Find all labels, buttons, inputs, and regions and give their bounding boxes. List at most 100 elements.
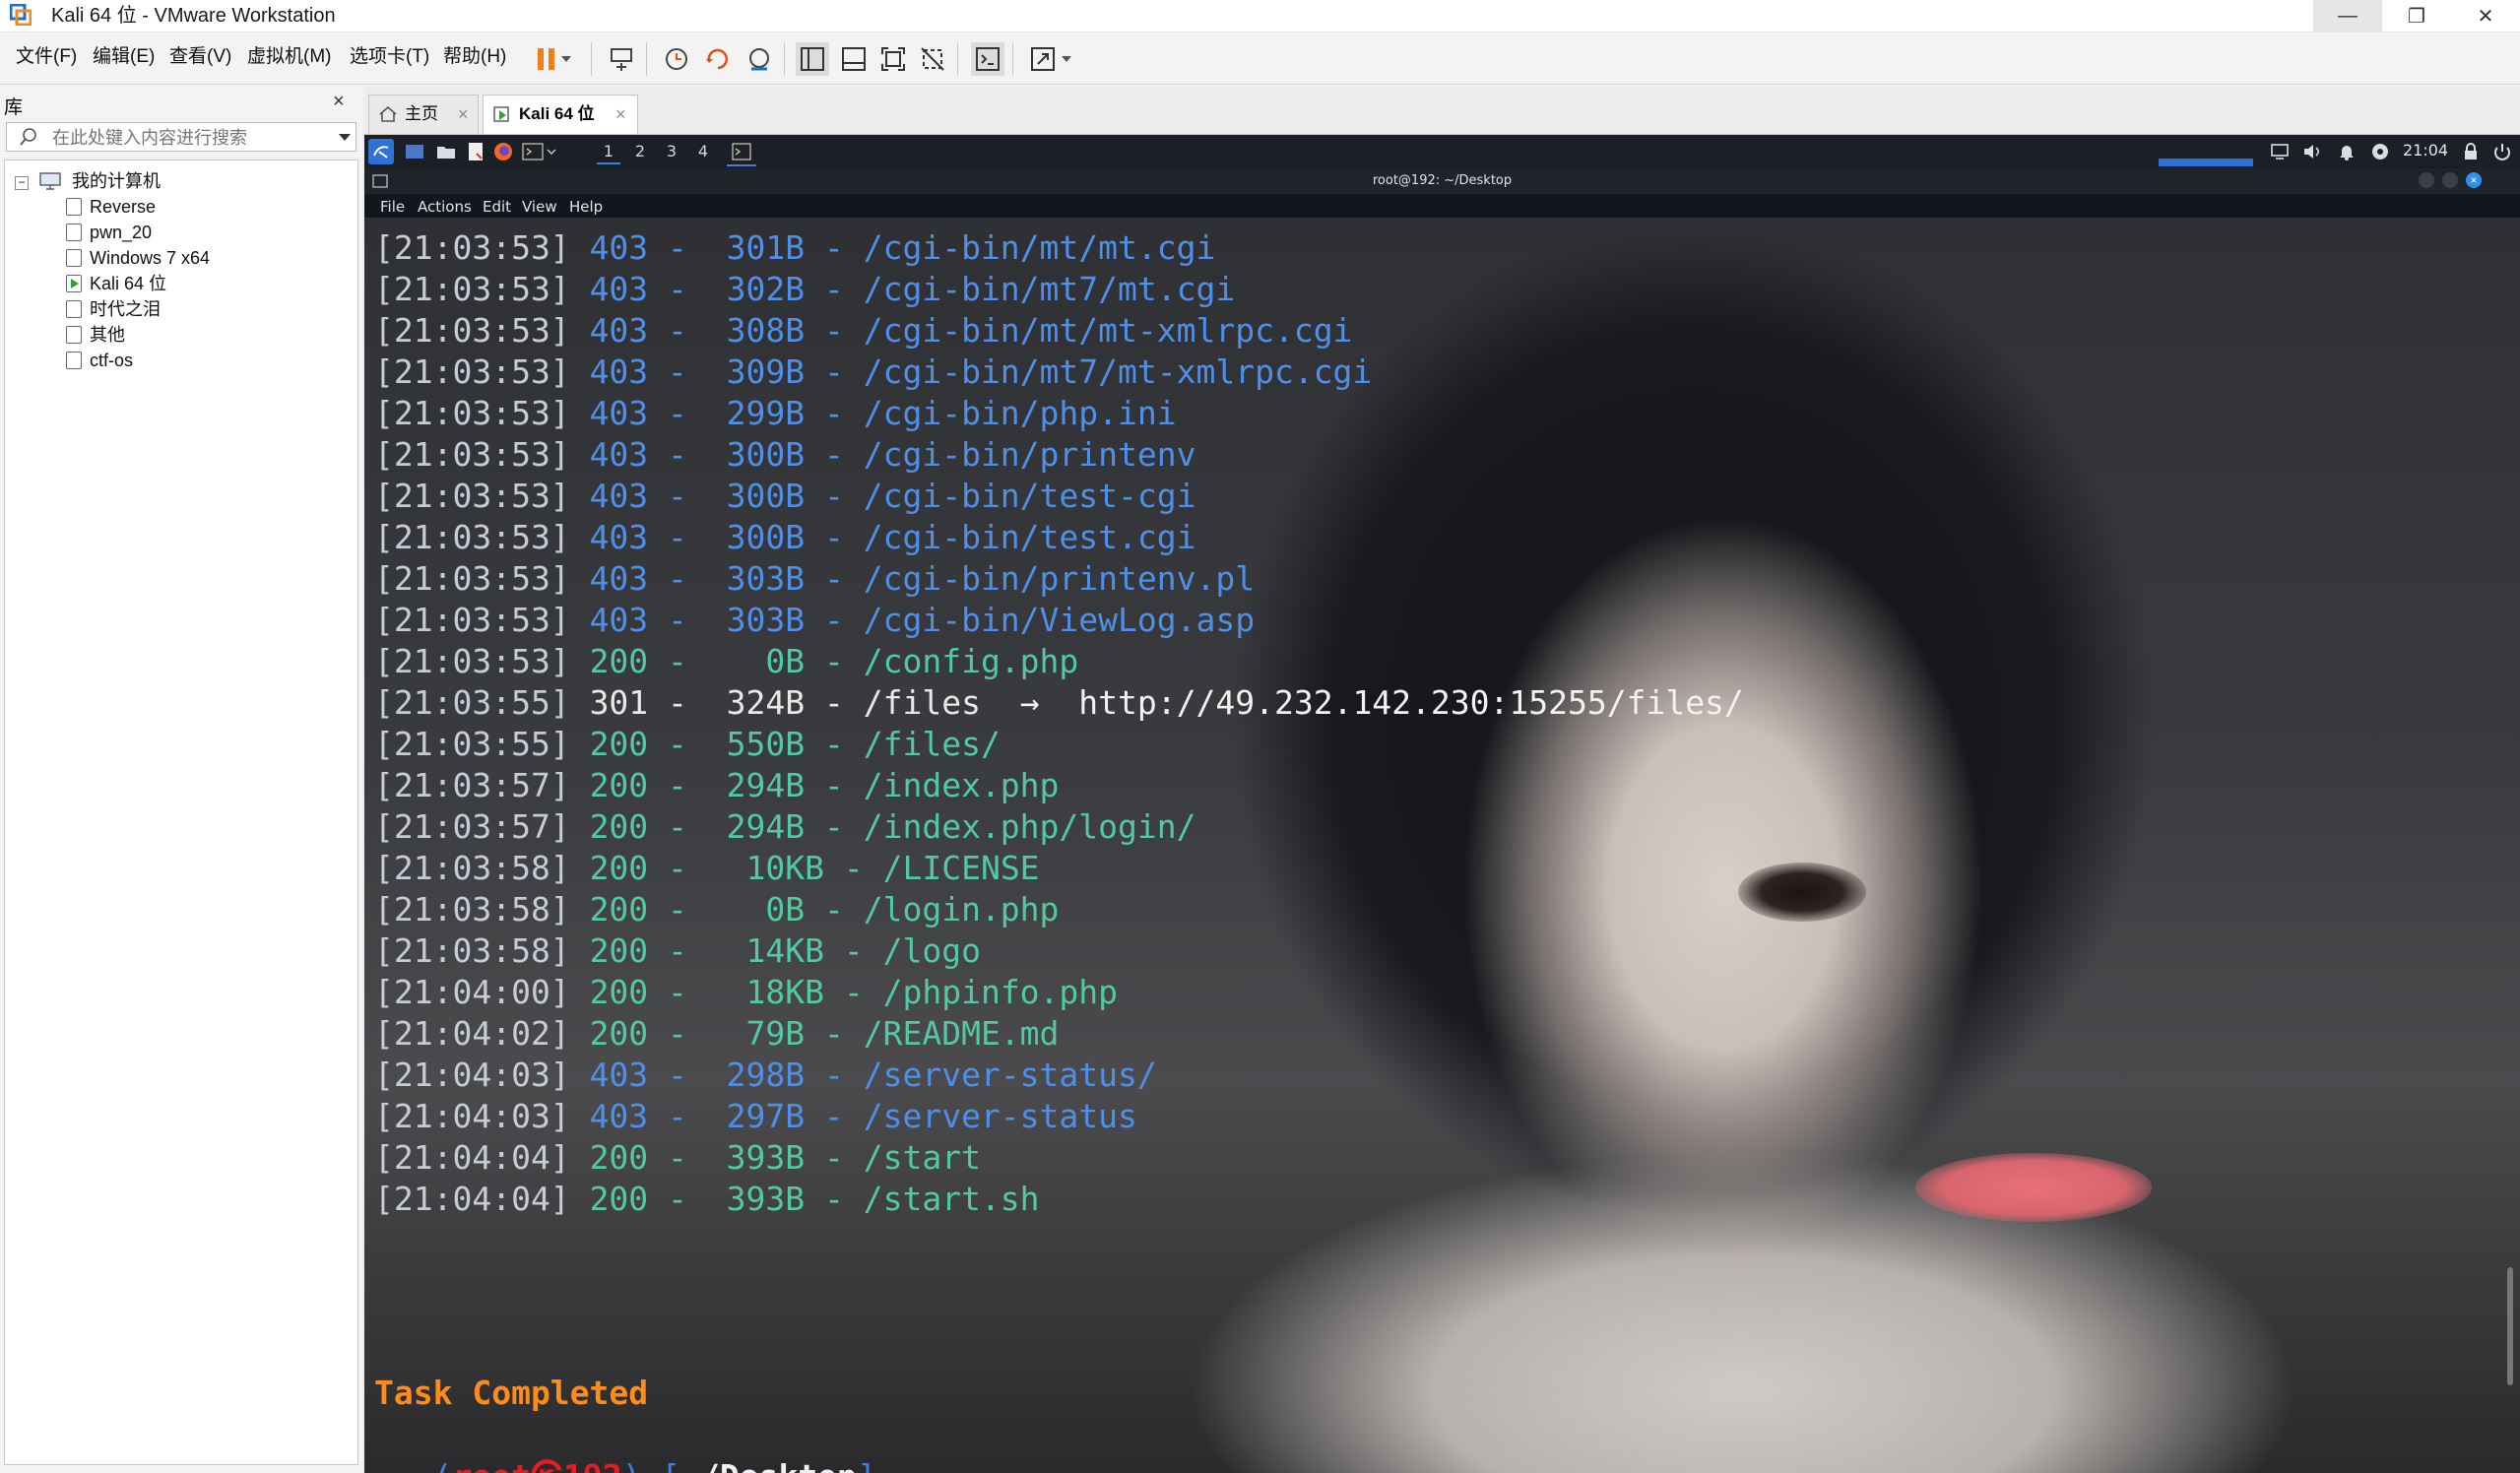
menu-tabs[interactable]: 选项卡(T) [350,45,429,69]
logout-button[interactable] [2491,139,2513,164]
log-separator [570,311,590,350]
workspace-4[interactable]: 4 [691,141,715,162]
volume-button[interactable] [2302,139,2324,164]
terminal-menu-file[interactable]: File [380,198,405,216]
log-line: [21:04:00] 200 - 18KB - /phpinfo.php [374,972,1118,1013]
log-timestamp: [21:04:04] [374,1180,570,1218]
close-button[interactable]: ✕ [2451,0,2520,32]
tree-vm-ctf-os[interactable]: ctf-os [66,348,133,373]
log-timestamp: [21:04:03] [374,1056,570,1094]
tab-home[interactable]: 主页 × [368,95,479,134]
show-library-button[interactable] [796,42,829,76]
tab-home-label: 主页 [405,104,438,123]
pause-icon [538,48,554,70]
tab-kali-close-icon[interactable]: × [615,96,626,133]
show-desktop-button[interactable] [404,139,425,164]
log-path: /files [863,683,981,722]
log-status-code: 200 [589,973,649,1011]
menu-file[interactable]: 文件(F) [16,45,77,69]
terminal-menu-help[interactable]: Help [569,198,603,216]
full-screen-button[interactable] [876,42,910,76]
tree-vm-windows7[interactable]: Windows 7 x64 [66,245,210,271]
library-close-button[interactable]: × [333,91,345,113]
workspace-1[interactable]: 1 [597,141,620,164]
log-size: 308B [706,311,806,350]
computer-icon [39,172,61,190]
log-separator: - [824,931,883,970]
log-timestamp: [21:03:53] [374,559,570,598]
terminal-launcher-button[interactable] [520,139,559,164]
lock-icon [2465,143,2477,160]
firefox-button[interactable] [492,139,514,164]
tree-vm-kali[interactable]: Kali 64 位 [66,271,166,296]
menu-edit[interactable]: 编辑(E) [93,45,155,69]
text-editor-button[interactable] [465,139,486,164]
log-path: /README.md [863,1014,1060,1053]
terminal-menu-edit[interactable]: Edit [483,198,511,216]
tab-kali[interactable]: Kali 64 位 × [483,95,638,134]
terminal-close-icon[interactable]: × [2466,172,2482,188]
terminal-menu-actions[interactable]: Actions [418,198,472,216]
keyboard-send-icon [611,48,632,71]
log-separator: - [824,973,883,1011]
prompt-corner-top: ┌──( [374,1457,452,1473]
vm-label: 时代之泪 [90,299,161,319]
tab-home-close-icon[interactable]: × [458,96,469,133]
menu-view[interactable]: 查看(V) [169,45,231,69]
console-view-button[interactable] [971,42,1004,76]
log-separator: - [648,890,707,929]
send-ctrl-alt-del-button[interactable] [605,42,638,76]
terminal-scrollbar[interactable] [2507,1267,2513,1385]
log-size: 79B [706,1014,806,1053]
log-status-code: 200 [589,807,649,846]
power-dropdown-button[interactable] [559,42,573,76]
tree-vm-pwn20[interactable]: pwn_20 [66,220,152,245]
log-size: 0B [706,642,806,680]
tree-root-my-computer[interactable]: − 我的计算机 [15,168,161,194]
collapse-icon[interactable]: − [15,176,29,190]
lock-screen-button[interactable] [2460,139,2482,164]
log-line: [21:03:53] 403 - 302B - /cgi-bin/mt7/mt.… [374,269,1235,310]
log-separator: - [648,931,707,970]
power-status-button[interactable] [2369,139,2391,164]
workspace-3[interactable]: 3 [660,141,683,162]
log-path: /LICENSE [882,849,1040,887]
restore-button[interactable]: ❐ [2382,0,2451,32]
log-path: /phpinfo.php [882,973,1119,1011]
terminal-minimize-button[interactable] [2419,172,2434,188]
pause-vm-button[interactable] [530,42,563,76]
vm-display[interactable]: 1 2 3 4 21:04 root@192: ~/Desktop × File… [364,135,2520,1473]
display-button[interactable] [2269,139,2291,164]
minimize-button[interactable]: — [2313,0,2382,32]
thumbnail-bar-button[interactable] [837,42,871,76]
revert-snapshot-button[interactable] [701,42,735,76]
tree-vm-tears[interactable]: 时代之泪 [66,296,161,322]
stretch-button[interactable] [1026,42,1060,76]
file-manager-button[interactable] [435,139,457,164]
taskbar-terminal-window[interactable] [727,139,756,166]
unity-button[interactable] [916,42,949,76]
tree-vm-other[interactable]: 其他 [66,322,125,348]
menu-vm[interactable]: 虚拟机(M) [247,45,331,69]
terminal-output[interactable]: [21:03:53] 403 - 301B - /cgi-bin/mt/mt.c… [374,227,2501,1473]
terminal-maximize-button[interactable] [2442,172,2458,188]
tree-vm-reverse[interactable]: Reverse [66,194,156,220]
log-status-code: 403 [589,477,649,515]
stretch-dropdown-button[interactable] [1060,42,1073,76]
log-line: [21:03:55] 200 - 550B - /files/ [374,724,1001,765]
log-separator [570,807,590,846]
minimize-icon: — [2338,4,2358,27]
log-separator: - [648,270,707,308]
snapshot-manager-button[interactable] [743,42,776,76]
menu-help[interactable]: 帮助(H) [443,45,506,69]
library-search-box[interactable] [6,122,356,152]
snapshot-button[interactable] [660,42,693,76]
notifications-button[interactable] [2336,139,2358,164]
terminal-menu-view[interactable]: View [522,198,557,216]
log-status-code: 403 [589,1097,649,1135]
workspace-2[interactable]: 2 [628,141,652,162]
chevron-down-icon[interactable] [338,133,352,142]
logout-icon [2494,144,2510,160]
library-search-input[interactable] [50,125,330,151]
kali-menu-button[interactable] [368,139,394,164]
